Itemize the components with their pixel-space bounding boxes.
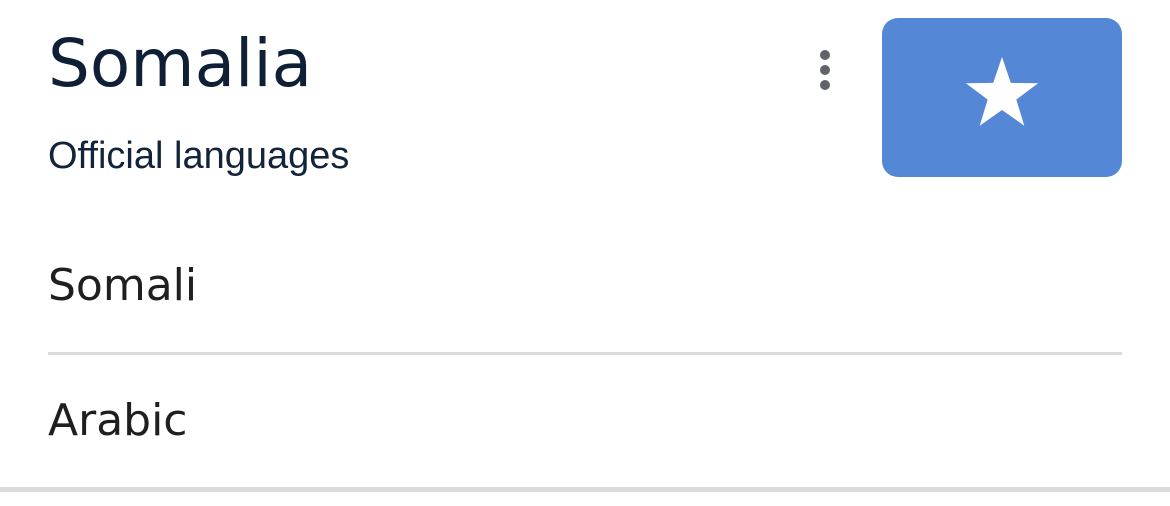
list-item-arabic[interactable]: Arabic: [48, 365, 1122, 475]
section-subtitle: Official languages: [48, 135, 350, 177]
list-item-label: Arabic: [48, 394, 188, 446]
divider: [48, 352, 1122, 355]
more-vert-icon: [818, 48, 832, 97]
page-title: Somalia: [48, 25, 313, 102]
star-icon: [962, 56, 1042, 139]
list-item-label: Somali: [48, 259, 198, 311]
knowledge-panel-header: Somalia Official languages: [0, 0, 1170, 220]
list-item-somali[interactable]: Somali: [48, 230, 1122, 340]
country-flag[interactable]: [882, 18, 1122, 177]
more-options-button[interactable]: [800, 46, 850, 98]
section-divider: [0, 487, 1170, 492]
